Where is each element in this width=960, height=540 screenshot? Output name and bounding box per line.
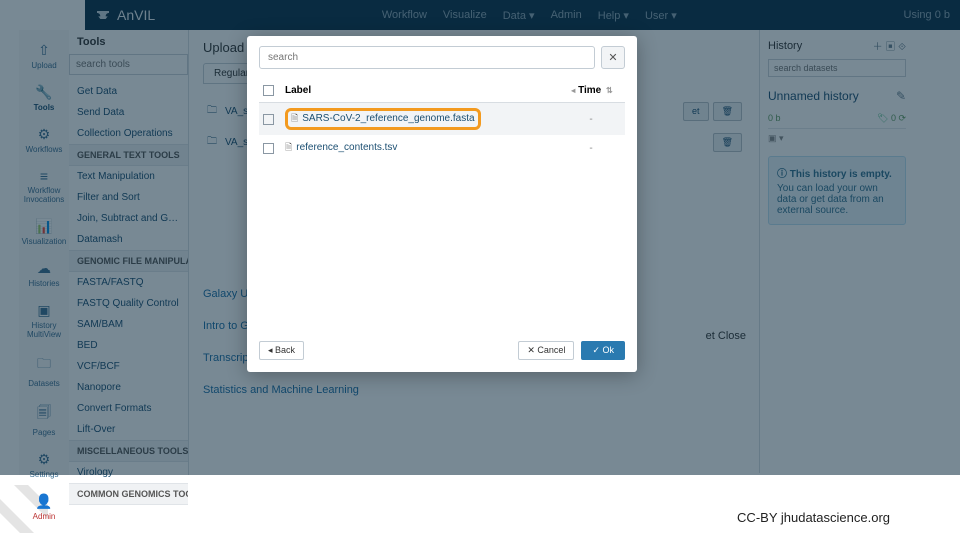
history-panel: History ＋ ▣ ⟐ Unnamed history ✎ 0 b 🏷 0 …: [759, 30, 914, 473]
tool-item-vcf-bcf[interactable]: VCF/BCF: [69, 356, 188, 377]
cancel-button[interactable]: ✕ Cancel: [518, 341, 574, 360]
file-label: SARS-CoV-2_reference_genome.fasta: [302, 113, 474, 124]
file-time: -: [561, 114, 621, 125]
rail-item-admin[interactable]: 👤Admin: [19, 487, 69, 529]
file-picker-modal: ✕ Label ◂ Time ⇅ 🗎 SARS-CoV-2_reference_g…: [247, 36, 637, 372]
trash-icon[interactable]: 🗑: [713, 102, 742, 121]
rail-item-tools[interactable]: 🔧Tools: [19, 78, 69, 120]
tool-item-collection-operations[interactable]: Collection Operations: [69, 123, 188, 144]
folder-icon: 🗀: [207, 134, 217, 151]
clear-search-button[interactable]: ✕: [601, 46, 625, 69]
rail-item-workflows[interactable]: ⚙Workflows: [19, 120, 69, 162]
rail-item-pages[interactable]: 🗐Pages: [19, 396, 69, 445]
rail-item-datasets[interactable]: 🗀Datasets: [19, 347, 69, 396]
tool-item-virology[interactable]: Virology: [69, 462, 188, 483]
edit-icon[interactable]: ✎: [896, 89, 906, 103]
tool-item-filter-and-sort[interactable]: Filter and Sort: [69, 187, 188, 208]
tool-section-genomic-file-manipulat: GENOMIC FILE MANIPULAT: [69, 250, 188, 272]
modal-file-row[interactable]: 🗎 SARS-CoV-2_reference_genome.fasta -: [259, 103, 625, 135]
history-status-icons[interactable]: 🏷 0 ⟳: [877, 113, 906, 124]
modal-table-header: Label ◂ Time ⇅: [259, 79, 625, 103]
history-search-input[interactable]: [768, 59, 906, 77]
rail-item-histories[interactable]: ☁Histories: [19, 254, 69, 296]
nav-help[interactable]: Help ▾: [598, 9, 629, 22]
brand: AnVIL: [95, 7, 155, 23]
rail-item-workflow-invocations[interactable]: ≡Workflow Invocations: [19, 162, 69, 212]
col-time[interactable]: Time: [578, 85, 601, 96]
row-checkbox[interactable]: [263, 114, 274, 125]
tools-search-input[interactable]: [69, 54, 188, 75]
tool-item-fastq-quality-control[interactable]: FASTQ Quality Control: [69, 293, 188, 314]
tool-item-convert-formats[interactable]: Convert Formats: [69, 398, 188, 419]
tool-section-common-genomics-tools: COMMON GENOMICS TOOLS: [69, 483, 188, 505]
rail-item-upload[interactable]: ⇧Upload: [19, 36, 69, 78]
empty-body: You can load your own data or get data f…: [777, 183, 897, 216]
brand-text: AnVIL: [117, 7, 155, 23]
tool-item-bed[interactable]: BED: [69, 335, 188, 356]
trash-icon[interactable]: 🗑: [713, 133, 742, 152]
back-button[interactable]: ◂ Back: [259, 341, 304, 360]
top-navbar: AnVIL Workflow Visualize Data ▾ Admin He…: [85, 0, 960, 30]
folder-icon: 🗀: [207, 103, 217, 120]
file-name: VA_s: [225, 106, 248, 117]
tool-item-send-data[interactable]: Send Data: [69, 102, 188, 123]
ok-button[interactable]: ✓ Ok: [581, 341, 625, 360]
file-name: VA_s: [225, 137, 248, 148]
document-icon: 🗎: [285, 142, 292, 152]
topnav-menu: Workflow Visualize Data ▾ Admin Help ▾ U…: [155, 9, 903, 22]
file-start-button[interactable]: et: [683, 102, 709, 121]
rail-item-visualization[interactable]: 📊Visualization: [19, 212, 69, 254]
tool-item-text-manipulation[interactable]: Text Manipulation: [69, 166, 188, 187]
col-label[interactable]: Label: [285, 85, 561, 96]
empty-title: ⓘ This history is empty.: [777, 165, 897, 180]
nav-user[interactable]: User ▾: [645, 9, 677, 22]
modal-search-input[interactable]: [259, 46, 595, 69]
row-checkbox[interactable]: [263, 143, 274, 154]
history-size: 0 b: [768, 113, 781, 124]
select-all-checkbox[interactable]: [263, 85, 274, 96]
quota-usage: Using 0 b: [904, 9, 950, 21]
nav-visualize[interactable]: Visualize: [443, 9, 487, 22]
history-header-label: History: [768, 40, 802, 52]
tool-item-lift-over[interactable]: Lift-Over: [69, 419, 188, 440]
nav-admin[interactable]: Admin: [551, 9, 582, 22]
file-time: -: [561, 143, 621, 154]
tools-panel: Tools Get DataSend DataCollection Operat…: [69, 30, 189, 475]
tool-item-sam-bam[interactable]: SAM/BAM: [69, 314, 188, 335]
modal-file-row[interactable]: 🗎 reference_contents.tsv -: [259, 135, 625, 161]
anvil-logo-icon: [95, 7, 111, 23]
history-empty-notice: ⓘ This history is empty. You can load yo…: [768, 156, 906, 225]
nav-workflow[interactable]: Workflow: [382, 9, 427, 22]
tool-item-nanopore[interactable]: Nanopore: [69, 377, 188, 398]
tool-item-datamash[interactable]: Datamash: [69, 229, 188, 250]
nav-data[interactable]: Data ▾: [503, 9, 535, 22]
rail-item-history-multiview[interactable]: ▣History MultiView: [19, 296, 69, 347]
tool-item-fasta-fastq[interactable]: FASTA/FASTQ: [69, 272, 188, 293]
history-actions[interactable]: ＋ ▣ ⟐: [873, 38, 906, 53]
rail-item-settings[interactable]: ⚙Settings: [19, 445, 69, 487]
link-stats-ml[interactable]: Statistics and Machine Learning: [203, 374, 746, 406]
tool-section-miscellaneous-tools: MISCELLANEOUS TOOLS: [69, 440, 188, 462]
tool-item-get-data[interactable]: Get Data: [69, 81, 188, 102]
close-button[interactable]: Close: [718, 330, 746, 342]
attribution: CC-BY jhudatascience.org: [737, 510, 890, 525]
file-label: reference_contents.tsv: [296, 142, 397, 153]
document-icon: 🗎: [291, 113, 298, 123]
tools-header: Tools: [69, 30, 188, 54]
start-button[interactable]: et: [706, 330, 715, 342]
tool-section-general-text-tools: GENERAL TEXT TOOLS: [69, 144, 188, 166]
tool-item-join-subtract-and-group[interactable]: Join, Subtract and Group: [69, 208, 188, 229]
left-rail: ⇧Upload🔧Tools⚙Workflows≡Workflow Invocat…: [19, 30, 69, 475]
history-title[interactable]: Unnamed history: [768, 89, 859, 103]
history-tag-row[interactable]: ▣ ▾: [768, 129, 906, 148]
